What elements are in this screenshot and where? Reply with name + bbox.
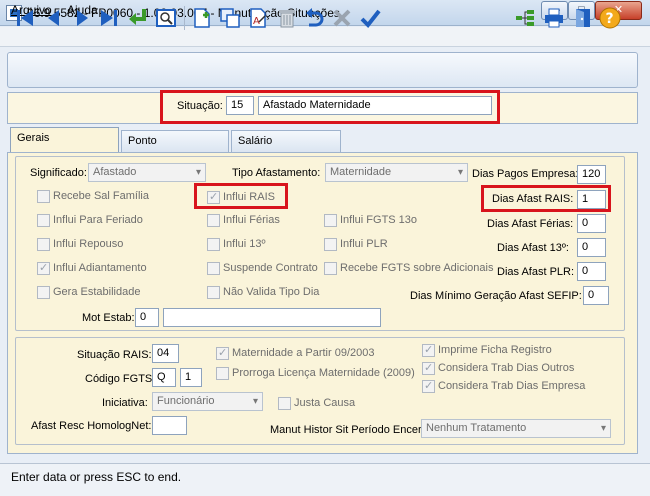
influi-repouso-label: Influi Repouso <box>53 238 124 250</box>
considera-outros-label: Considera Trab Dias Outros <box>438 362 575 374</box>
influi-rais-checkbox[interactable] <box>207 190 220 204</box>
codigo-fgts-letter-field[interactable]: Q <box>152 368 176 387</box>
significado-select[interactable]: Afastado <box>88 163 206 182</box>
gera-estabilidade-checkbox[interactable] <box>37 286 50 299</box>
maternidade-09-2003-checkbox[interactable] <box>216 346 229 360</box>
situacao-desc-field[interactable]: Afastado Maternidade <box>258 96 492 115</box>
dias-afast-13-field[interactable]: 0 <box>577 238 606 257</box>
influi-ferias-label: Influi Férias <box>223 214 280 226</box>
influi-13o-checkbox[interactable] <box>207 238 220 251</box>
maternidade-09-2003-label: Maternidade a Partir 09/2003 <box>232 347 375 359</box>
svg-text:?: ? <box>606 11 614 27</box>
delete-icon[interactable] <box>276 7 298 29</box>
influi-rais-label: Influi RAIS <box>223 191 275 203</box>
first-icon[interactable] <box>14 7 36 29</box>
dias-afast-ferias-label: Dias Afast Férias: <box>487 218 574 230</box>
tipo-afastamento-label: Tipo Afastamento: <box>232 167 321 179</box>
considera-empresa-label: Considera Trab Dias Empresa <box>438 380 586 392</box>
search-icon[interactable] <box>155 7 177 29</box>
tab-gerais[interactable]: Gerais <box>10 127 119 153</box>
help-icon[interactable]: ? <box>599 7 621 29</box>
goto-icon[interactable] <box>127 7 149 29</box>
tree-icon[interactable] <box>514 7 536 29</box>
suspende-contrato-label: Suspende Contrato <box>223 262 318 274</box>
influi-repouso-checkbox[interactable] <box>37 238 50 251</box>
dias-minimo-sefip-label: Dias Mínimo Geração Afast SEFIP: <box>410 290 582 302</box>
influi-fgts-13o-label: Influi FGTS 13o <box>340 214 418 226</box>
codigo-fgts-label: Código FGTS: <box>85 373 156 385</box>
nao-valida-tipo-dia-checkbox[interactable] <box>207 286 220 299</box>
recebe-fgts-adicionais-checkbox[interactable] <box>324 262 337 275</box>
manut-histor-select[interactable]: Nenhum Tratamento <box>421 419 611 438</box>
mot-estab-label: Mot Estab: <box>82 312 135 324</box>
situacao-rais-label: Situação RAIS: <box>77 349 152 361</box>
influi-ferias-checkbox[interactable] <box>207 214 220 227</box>
toolbar-separator <box>184 6 185 30</box>
undo-icon[interactable] <box>303 7 325 29</box>
mot-estab-desc-field[interactable] <box>163 308 381 327</box>
considera-empresa-checkbox[interactable] <box>422 379 435 393</box>
dias-minimo-sefip-field[interactable]: 0 <box>583 286 609 305</box>
nao-valida-tipo-dia-label: Não Valida Tipo Dia <box>223 286 320 298</box>
mot-estab-code-field[interactable]: 0 <box>135 308 159 327</box>
situacao-label: Situação: <box>177 100 223 112</box>
afast-resc-homolognet-label: Afast Resc HomologNet: <box>31 420 152 432</box>
tipo-afastamento-select[interactable]: Maternidade <box>325 163 468 182</box>
edit-icon[interactable]: A <box>247 7 269 29</box>
prev-icon[interactable] <box>43 7 65 29</box>
last-icon[interactable] <box>98 7 120 29</box>
dias-afast-rais-field[interactable]: 1 <box>577 190 606 209</box>
influi-13o-label: Influi 13º <box>223 238 266 250</box>
imprime-ficha-label: Imprime Ficha Registro <box>438 344 552 356</box>
influi-adiantamento-label: Influi Adiantamento <box>53 262 147 274</box>
dias-afast-ferias-field[interactable]: 0 <box>577 214 606 233</box>
influi-plr-label: Influi PLR <box>340 238 388 250</box>
print-icon[interactable] <box>543 7 565 29</box>
significado-label: Significado: <box>30 167 87 179</box>
cancel-icon[interactable] <box>331 7 353 29</box>
iniciativa-label: Iniciativa: <box>102 397 148 409</box>
situacao-rais-field[interactable]: 04 <box>152 344 179 363</box>
influi-plr-checkbox[interactable] <box>324 238 337 251</box>
dias-pagos-empresa-label: Dias Pagos Empresa: <box>472 168 579 180</box>
confirm-icon[interactable] <box>359 7 381 29</box>
next-icon[interactable] <box>71 7 93 29</box>
tab-ponto[interactable]: Ponto <box>121 130 229 152</box>
prorroga-licenca-label: Prorroga Licença Maternidade (2009) <box>232 367 415 379</box>
manut-histor-label: Manut Histor Sit Período Encer: <box>270 424 425 436</box>
influi-para-feriado-checkbox[interactable] <box>37 214 50 227</box>
imprime-ficha-checkbox[interactable] <box>422 343 435 357</box>
exit-icon[interactable] <box>572 7 594 29</box>
considera-outros-checkbox[interactable] <box>422 361 435 375</box>
status-text: Enter data or press ESC to end. <box>11 470 182 484</box>
dias-afast-rais-label: Dias Afast RAIS: <box>492 193 574 205</box>
afast-resc-homolognet-field[interactable] <box>152 416 187 435</box>
recebe-fgts-adicionais-label: Recebe FGTS sobre Adicionais <box>340 262 494 274</box>
gera-estabilidade-label: Gera Estabilidade <box>53 286 141 298</box>
tab-salario[interactable]: Salário <box>231 130 341 152</box>
suspende-contrato-checkbox[interactable] <box>207 262 220 275</box>
dias-afast-plr-field[interactable]: 0 <box>577 262 606 281</box>
menu-bar <box>0 27 650 47</box>
dias-afast-plr-label: Dias Afast PLR: <box>497 266 575 278</box>
new-icon[interactable] <box>191 7 213 29</box>
justa-causa-label: Justa Causa <box>294 397 356 409</box>
prorroga-licenca-checkbox[interactable] <box>216 367 229 380</box>
dias-pagos-empresa-field[interactable]: 120 <box>577 165 606 184</box>
situacao-code-field[interactable]: 15 <box>226 96 254 115</box>
influi-fgts-13o-checkbox[interactable] <box>324 214 337 227</box>
codigo-fgts-num-field[interactable]: 1 <box>180 368 202 387</box>
copy-icon[interactable] <box>219 7 241 29</box>
recebe-sal-familia-checkbox[interactable] <box>37 190 50 203</box>
recebe-sal-familia-label: Recebe Sal Família <box>53 190 149 202</box>
influi-adiantamento-checkbox[interactable] <box>37 261 50 275</box>
influi-para-feriado-label: Influi Para Feriado <box>53 214 143 226</box>
toolbar <box>7 52 638 88</box>
justa-causa-checkbox[interactable] <box>278 397 291 410</box>
iniciativa-select[interactable]: Funcionário <box>152 392 263 411</box>
dias-afast-13-label: Dias Afast 13º: <box>497 242 569 254</box>
